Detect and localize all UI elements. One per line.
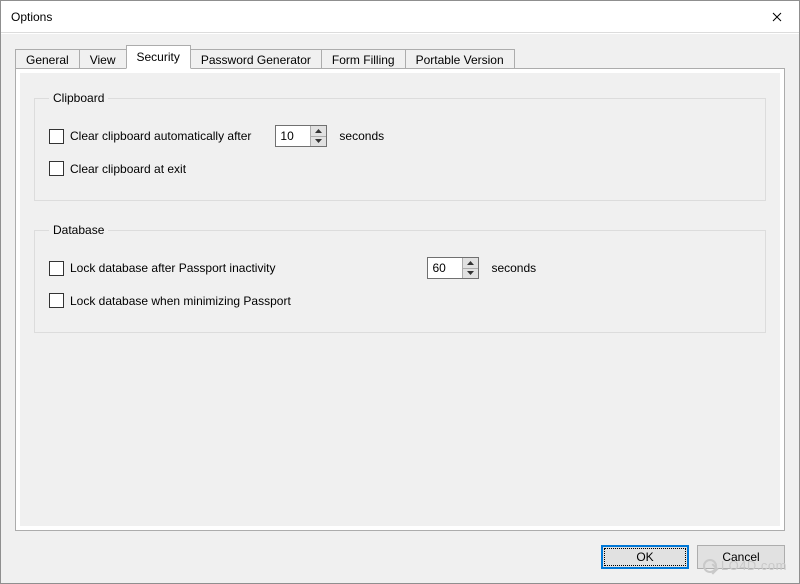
label-clear-clipboard-after: Clear clipboard automatically after	[70, 129, 251, 143]
checkbox-lock-inactivity[interactable]	[49, 261, 64, 276]
checkbox-lock-minimize[interactable]	[49, 293, 64, 308]
group-clipboard: Clipboard Clear clipboard automatically …	[34, 91, 766, 201]
tab-view[interactable]: View	[79, 49, 127, 70]
group-clipboard-legend: Clipboard	[49, 91, 108, 105]
tabstrip: General View Security Password Generator…	[15, 46, 785, 69]
chevron-down-icon	[467, 271, 474, 275]
spinner-clear-clipboard-seconds[interactable]	[275, 125, 327, 147]
label-lock-minimize: Lock database when minimizing Passport	[70, 294, 291, 308]
cancel-button[interactable]: Cancel	[697, 545, 785, 569]
spin-down-lock-inactivity[interactable]	[463, 269, 478, 279]
checkbox-clear-clipboard-after[interactable]	[49, 129, 64, 144]
close-icon	[772, 12, 782, 22]
row-lock-minimize: Lock database when minimizing Passport	[49, 293, 751, 308]
chevron-up-icon	[315, 129, 322, 133]
suffix-clear-clipboard-seconds: seconds	[339, 129, 384, 143]
tab-general[interactable]: General	[15, 49, 80, 70]
titlebar: Options	[1, 1, 799, 33]
tab-portable-version[interactable]: Portable Version	[405, 49, 515, 70]
row-lock-inactivity: Lock database after Passport inactivity …	[49, 257, 751, 279]
label-lock-inactivity: Lock database after Passport inactivity	[70, 261, 275, 275]
input-clear-clipboard-seconds[interactable]	[276, 126, 310, 146]
checkbox-clear-clipboard-exit[interactable]	[49, 161, 64, 176]
spin-up-lock-inactivity[interactable]	[463, 258, 478, 269]
tab-panel-security: Clipboard Clear clipboard automatically …	[15, 68, 785, 531]
row-clear-clipboard-exit: Clear clipboard at exit	[49, 161, 751, 176]
spin-up-clear-clipboard[interactable]	[311, 126, 326, 137]
close-button[interactable]	[754, 2, 799, 32]
group-database-legend: Database	[49, 223, 108, 237]
options-window: Options General View Security Password G…	[0, 0, 800, 584]
chevron-up-icon	[467, 261, 474, 265]
ok-button[interactable]: OK	[601, 545, 689, 569]
spin-down-clear-clipboard[interactable]	[311, 137, 326, 147]
label-clear-clipboard-exit: Clear clipboard at exit	[70, 162, 186, 176]
window-title: Options	[11, 10, 52, 24]
suffix-lock-inactivity-seconds: seconds	[491, 261, 536, 275]
spinner-lock-inactivity-seconds[interactable]	[427, 257, 479, 279]
button-bar: OK Cancel	[601, 545, 785, 569]
tab-password-generator[interactable]: Password Generator	[190, 49, 322, 70]
tab-form-filling[interactable]: Form Filling	[321, 49, 406, 70]
chevron-down-icon	[315, 139, 322, 143]
client-area: General View Security Password Generator…	[1, 33, 799, 583]
tab-security[interactable]: Security	[126, 45, 191, 69]
group-database: Database Lock database after Passport in…	[34, 223, 766, 333]
input-lock-inactivity-seconds[interactable]	[428, 258, 462, 278]
tab-content: Clipboard Clear clipboard automatically …	[20, 73, 780, 526]
row-clear-clipboard-after: Clear clipboard automatically after seco…	[49, 125, 751, 147]
